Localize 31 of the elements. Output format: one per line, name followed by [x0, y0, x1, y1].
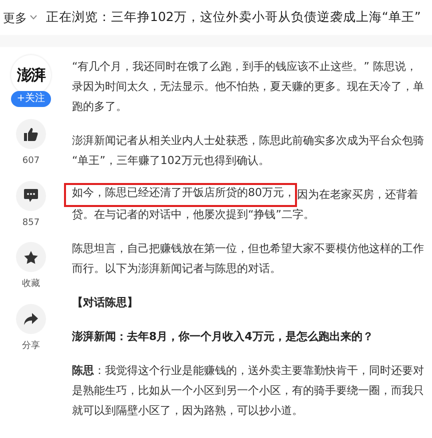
section-heading: 【对话陈思】	[72, 295, 138, 311]
action-label: 607	[22, 155, 40, 168]
share-button[interactable]	[16, 304, 46, 334]
answer-text: 就可以到隔壁小区了，因为路熟，可以抄小道。	[72, 403, 303, 419]
interview-question: 澎湃新闻：去年8月，你一个月收入4万元，是怎么跑出来的？	[72, 329, 374, 345]
action-label: 分享	[22, 340, 40, 352]
action-label: 收藏	[22, 278, 40, 291]
paragraph-text: 陈思坦言，自己把赚钱放在第一位，但也希望大家不要模仿他这样的工作	[72, 241, 424, 257]
answer-text: 陈思：我觉得这个行业是能赚钱的，送外卖主要靠勤快肯干，同时还要对	[72, 363, 424, 379]
paragraph-text: “单王”，三年赚了102万元也得到确认。	[72, 153, 270, 169]
star-icon	[24, 250, 38, 264]
paragraph-text: 跑的多了。	[72, 99, 127, 115]
like-button[interactable]	[16, 119, 46, 149]
share-arrow-icon	[24, 312, 38, 324]
follow-button[interactable]: +关注	[10, 91, 52, 107]
paragraph-text: 而行。以下为澎湃新闻记者与陈思的对话。	[72, 261, 281, 277]
star-button[interactable]	[16, 242, 46, 272]
paragraph-text: 澎湃新闻记者从相关业内人士处获悉，陈思此前确实多次成为平台众包骑	[72, 133, 424, 149]
paragraph-text: “有几个月，我还同时在饿了么跑，到手的钱应该不止这些。” 陈思说，	[72, 59, 417, 75]
highlighted-text: 如今，陈思已经还清了开饭店所贷的80万元，	[64, 183, 297, 207]
paragraph-text: 贷。在与记者的对话中，他屡次提到“挣钱”二字。	[72, 207, 314, 223]
answer-text: 是熟能生巧，比如从一个小区到另一个小区，有的骑手要绕一圈，而我只	[72, 383, 424, 399]
now-browsing-title: 正在浏览：三年挣102万，这位外卖小哥从负债逆袭成上海“单王”	[46, 8, 421, 26]
action-label: 857	[22, 216, 40, 230]
chevron-down-icon	[30, 15, 37, 20]
more-menu[interactable]: 更多	[0, 8, 46, 26]
thumbs-up-icon	[24, 128, 38, 140]
paragraph-text: 录因为时间太久，无法显示。他不怕热，夏天赚的更多。现在天冷了，单	[72, 79, 424, 95]
comment-button[interactable]	[16, 180, 46, 210]
comment-icon	[24, 189, 38, 202]
paragraph-text: 因为在老家买房，还背着	[297, 187, 418, 203]
